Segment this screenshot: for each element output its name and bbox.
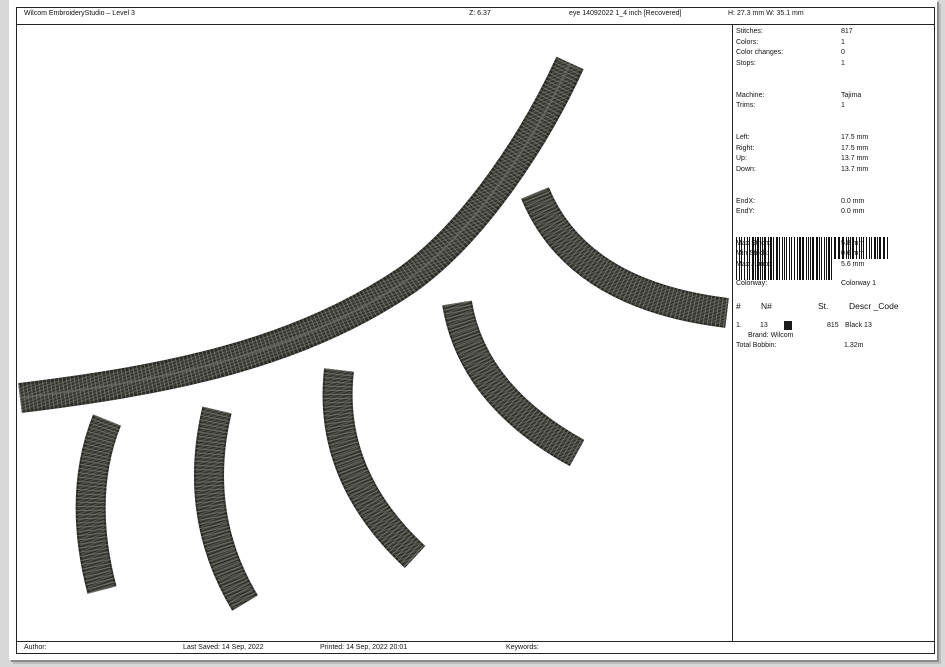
row-needle: 13	[760, 322, 768, 329]
stat-row: Trims: 1	[736, 101, 932, 112]
lash-1	[75, 414, 122, 594]
app-title: Wilcom EmbroideryStudio – Level 3	[24, 10, 135, 17]
stat-label: Right:	[736, 144, 755, 152]
stat-value: 0	[841, 49, 845, 57]
stats-spacer	[736, 80, 932, 91]
stat-label: Trims:	[736, 102, 756, 110]
stat-label: Down:	[736, 165, 756, 173]
stat-row: Up: 13.7 mm	[736, 154, 932, 165]
stat-value: 1	[841, 38, 845, 46]
stat-value: 17.5 mm	[841, 133, 869, 141]
footer-keywords: Keywords:	[506, 644, 539, 651]
col-num: #	[736, 301, 741, 311]
stat-row: EndX: 0.0 mm	[736, 197, 932, 208]
footer-printed: Printed: 14 Sep, 2022 20:01	[320, 644, 408, 651]
stat-row: Right: 17.5 mm	[736, 144, 932, 155]
lash-2	[194, 406, 258, 611]
stat-label: EndY:	[736, 208, 755, 216]
stat-value: 17.5 mm	[841, 144, 869, 152]
stat-value: 0.0 mm	[841, 197, 865, 205]
design-name: eye 14092022 1_4 inch [Recovered]	[569, 10, 682, 17]
stats-spacer	[736, 112, 932, 123]
header-bar: Wilcom EmbroideryStudio – Level 3 Z: 6.3…	[16, 7, 935, 25]
zoom-readout: Z: 6.37	[469, 10, 491, 17]
col-needle: N#	[761, 301, 772, 311]
col-stitches: St.	[818, 301, 829, 311]
stat-row: Machine: Tajima	[736, 91, 932, 102]
design-canvas	[17, 25, 731, 641]
stat-row: Stops: 1	[736, 59, 932, 70]
stat-value: 1	[841, 59, 845, 67]
stat-row: EndY: 0.0 mm	[736, 207, 932, 218]
stat-value: 817	[841, 28, 853, 35]
row-num: 1.	[736, 322, 742, 329]
lash-5	[521, 186, 729, 328]
stat-label: Left:	[736, 133, 750, 141]
stats-spacer	[736, 122, 932, 133]
stat-value: 13.7 mm	[841, 165, 869, 173]
stat-label: Color changes:	[736, 49, 784, 57]
stat-label: EndX:	[736, 197, 756, 205]
design-size: H: 27.3 mm W: 35.1 mm	[728, 10, 804, 17]
stats-spacer	[736, 186, 932, 197]
panel-divider	[732, 25, 733, 641]
bobbin-label: Total Bobbin:	[736, 342, 777, 349]
footer-author: Author:	[24, 644, 47, 651]
stat-label: Machine:	[736, 91, 765, 99]
col-descr-code: Descr _Code	[849, 301, 899, 311]
design-stats-panel: Stitches: 817 Colors: 1 Color changes: 0 Stops…	[736, 27, 932, 271]
eyelash-embroidery	[18, 56, 729, 611]
footer-bar: Author: Last Saved: 14 Sep, 2022 Printed…	[16, 641, 935, 654]
eyelid-curve	[18, 56, 584, 413]
row-stitches: 815	[827, 322, 839, 329]
colorway-value: Colorway 1	[841, 280, 877, 287]
stat-row: Colors: 1	[736, 38, 932, 49]
stat-label: Up:	[736, 155, 747, 163]
row-brand: Brand: Wilcom	[748, 332, 794, 339]
stats-spacer	[736, 69, 932, 80]
stat-row: Down: 13.7 mm	[736, 165, 932, 176]
stat-value: Tajima	[841, 91, 862, 99]
stat-value: 0.0 mm	[841, 208, 865, 216]
stat-label: Colors:	[736, 38, 759, 46]
stat-value: 1	[841, 102, 845, 110]
stat-row: Left: 17.5 mm	[736, 133, 932, 144]
lash-4	[442, 300, 585, 467]
stats-spacer	[736, 218, 932, 229]
row-description: Black 13	[845, 322, 872, 329]
stats-spacer	[736, 175, 932, 186]
stat-row: Color changes: 0	[736, 48, 932, 59]
lash-3	[322, 368, 426, 568]
footer-last-saved: Last Saved: 14 Sep, 2022	[183, 644, 264, 651]
stat-label: Stops:	[736, 59, 756, 67]
stat-value: 13.7 mm	[841, 155, 869, 163]
barcode	[736, 237, 888, 280]
stat-row: Stitches: 817	[736, 27, 932, 38]
thread-color-swatch	[784, 321, 792, 330]
bobbin-value: 1.32m	[844, 342, 864, 349]
stat-label: Stitches:	[736, 28, 763, 35]
colorway-label: Colorway:	[736, 280, 768, 287]
